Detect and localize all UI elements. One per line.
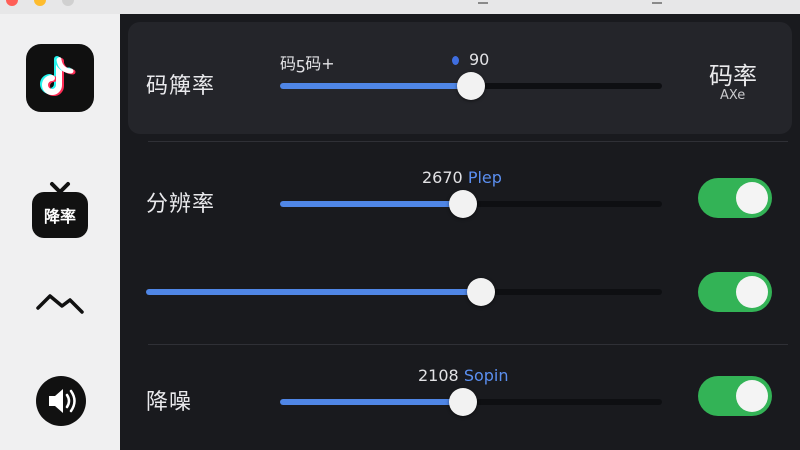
window-titlebar	[0, 0, 800, 14]
wave-icon[interactable]	[30, 286, 90, 322]
resolution-value-unit: Plep	[467, 168, 502, 187]
resolution-value-number: 2670	[422, 168, 463, 187]
speaker-icon[interactable]	[36, 376, 86, 426]
bitrate-value: 90	[452, 50, 489, 69]
noise-label: 降噪	[146, 390, 193, 415]
noise-value: 2108 Sopin	[418, 366, 509, 385]
slider-thumb[interactable]	[449, 388, 477, 416]
bitrate-prefix-text: 码ƽ码+	[280, 54, 335, 73]
slider-fill	[280, 201, 463, 207]
resolution-value: 2670 Plep	[422, 168, 502, 187]
slider-thumb[interactable]	[449, 190, 477, 218]
slider-fill	[280, 399, 463, 405]
bitrate-indicator-icon	[452, 56, 459, 65]
tv-icon[interactable]: 降率	[30, 180, 90, 240]
close-window-button[interactable]	[6, 0, 18, 6]
slider-fill	[146, 289, 481, 295]
unlabeled-slider[interactable]	[146, 278, 662, 306]
slider-thumb[interactable]	[457, 72, 485, 100]
toggle-thumb	[736, 276, 768, 308]
toggle-thumb	[736, 380, 768, 412]
bitrate-slider[interactable]	[280, 72, 662, 100]
resolution-slider[interactable]	[280, 190, 662, 218]
row-divider	[148, 344, 788, 345]
zoom-window-button[interactable]	[62, 0, 74, 6]
bitrate-label: 码簰率	[146, 74, 216, 99]
bitrate-right-label: 码率	[709, 62, 757, 90]
tiktok-icon[interactable]	[26, 44, 94, 112]
sidebar: 降率	[0, 14, 120, 450]
noise-toggle[interactable]	[698, 376, 772, 416]
toggle-thumb	[736, 182, 768, 214]
minimize-window-button[interactable]	[34, 0, 46, 6]
settings-panel: 码簰率 码ƽ码+ 90 码率 AXe 分辨率 2670 Plep 降噪 2108…	[120, 14, 800, 450]
bitrate-value-text: 90	[469, 50, 490, 69]
resolution-toggle[interactable]	[698, 178, 772, 218]
noise-value-number: 2108	[418, 366, 459, 385]
tv-icon-label: 降率	[43, 207, 76, 226]
noise-value-unit: Sopin	[463, 366, 509, 385]
slider-fill	[280, 83, 471, 89]
app-window: 降率 码簰率 码ƽ码+ 90 码率 AXe 分辨率 2670 Plep 降噪 2…	[0, 0, 800, 450]
resolution-label: 分辨率	[146, 192, 216, 217]
noise-slider[interactable]	[280, 388, 662, 416]
bitrate-right-sublabel: AXe	[720, 88, 746, 103]
titlebar-glyph-icon	[478, 0, 488, 4]
unlabeled-toggle[interactable]	[698, 272, 772, 312]
titlebar-glyph-icon	[652, 0, 662, 4]
row-divider	[148, 141, 788, 142]
slider-thumb[interactable]	[467, 278, 495, 306]
